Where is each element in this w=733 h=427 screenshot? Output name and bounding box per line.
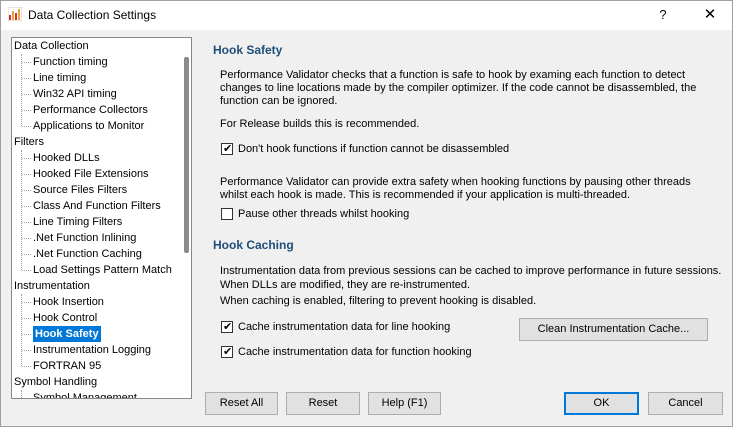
- tree-item-fortran-95[interactable]: FORTRAN 95: [33, 358, 101, 374]
- dialog-window: Data Collection Settings ? ✕ Data Collec…: [0, 0, 733, 427]
- tree-connector: [22, 366, 31, 367]
- tree-connector: [22, 158, 31, 159]
- tree-connector: [22, 174, 31, 175]
- tree-category-filters[interactable]: Filters: [14, 134, 44, 150]
- tree-connector: [22, 238, 31, 239]
- tree-item-function-timing[interactable]: Function timing: [33, 54, 108, 70]
- tree-items: Data Collection Function timing Line timin…: [12, 38, 180, 398]
- tree-item-source-files-filters[interactable]: Source Files Filters: [33, 182, 127, 198]
- release-builds-note: For Release builds this is recommended.: [220, 118, 420, 130]
- tree-item-net-function-caching[interactable]: .Net Function Caching: [33, 246, 142, 262]
- thread-safety-description-line1: Performance Validator can provide extra …: [220, 176, 691, 188]
- tree-connector: [22, 94, 31, 95]
- tree-connector: [22, 318, 31, 319]
- close-button[interactable]: ✕: [698, 4, 722, 26]
- hook-caching-description-line1: Instrumentation data from previous sessi…: [220, 265, 722, 277]
- checkbox-box[interactable]: ✔: [221, 143, 233, 155]
- window-title: Data Collection Settings: [28, 8, 157, 22]
- help-button[interactable]: Help (F1): [368, 392, 441, 415]
- thread-safety-description-line2: whilst each hook is made. This is recomm…: [220, 189, 631, 201]
- hook-caching-title: Hook Caching: [213, 238, 294, 252]
- cancel-button[interactable]: Cancel: [648, 392, 723, 415]
- checkbox-box[interactable]: ✔: [221, 346, 233, 358]
- clean-instrumentation-cache-button[interactable]: Clean Instrumentation Cache...: [519, 318, 708, 341]
- tree-item-load-settings-pattern-match[interactable]: Load Settings Pattern Match: [33, 262, 172, 278]
- tree-item-line-timing[interactable]: Line timing: [33, 70, 86, 86]
- check-mark-icon: ✔: [223, 143, 233, 155]
- tree-item-hook-safety[interactable]: Hook Safety: [33, 326, 101, 342]
- checkbox-label: Cache instrumentation data for function …: [238, 346, 472, 358]
- tree-category-data-collection[interactable]: Data Collection: [14, 38, 89, 54]
- tree-connector: [21, 390, 22, 398]
- checkbox-label: Pause other threads whilst hooking: [238, 208, 410, 220]
- checkbox-label: Cache instrumentation data for line hook…: [238, 321, 451, 333]
- tree-connector: [21, 54, 22, 126]
- tree-connector: [22, 254, 31, 255]
- settings-tree[interactable]: Data Collection Function timing Line timin…: [11, 37, 192, 399]
- tree-connector: [22, 190, 31, 191]
- hook-caching-description-line3: When caching is enabled, filtering to pr…: [220, 295, 537, 307]
- ok-button[interactable]: OK: [564, 392, 639, 415]
- hook-caching-description-line2: When DLLs are modified, they are re-inst…: [220, 279, 471, 291]
- tree-item-line-timing-filters[interactable]: Line Timing Filters: [33, 214, 122, 230]
- hook-safety-description-line2: changes to line locations made by the co…: [220, 82, 697, 94]
- tree-category-instrumentation[interactable]: Instrumentation: [14, 278, 90, 294]
- tree-connector: [22, 126, 31, 127]
- tree-item-hook-control[interactable]: Hook Control: [33, 310, 97, 326]
- title-bar[interactable]: Data Collection Settings ? ✕: [1, 1, 732, 30]
- tree-category-symbol-handling[interactable]: Symbol Handling: [14, 374, 97, 390]
- tree-connector: [22, 270, 31, 271]
- tree-item-hook-insertion[interactable]: Hook Insertion: [33, 294, 104, 310]
- tree-item-hooked-dlls[interactable]: Hooked DLLs: [33, 150, 100, 166]
- check-mark-icon: ✔: [223, 321, 233, 333]
- tree-scrollbar-thumb[interactable]: [184, 57, 189, 253]
- reset-button[interactable]: Reset: [286, 392, 360, 415]
- hook-safety-description-line1: Performance Validator checks that a func…: [220, 69, 686, 81]
- check-mark-icon: ✔: [223, 346, 233, 358]
- tree-item-performance-collectors[interactable]: Performance Collectors: [33, 102, 148, 118]
- tree-connector: [22, 302, 31, 303]
- help-title-button[interactable]: ?: [651, 4, 675, 26]
- tree-item-hooked-file-extensions[interactable]: Hooked File Extensions: [33, 166, 149, 182]
- reset-all-button[interactable]: Reset All: [205, 392, 278, 415]
- tree-item-net-function-inlining[interactable]: .Net Function Inlining: [33, 230, 136, 246]
- tree-connector: [22, 334, 31, 335]
- bar-chart-icon: [8, 7, 22, 21]
- tree-connector: [21, 294, 22, 366]
- tree-item-applications-to-monitor[interactable]: Applications to Monitor: [33, 118, 144, 134]
- tree-scrollbar[interactable]: [180, 38, 191, 398]
- checkbox-box[interactable]: ✔: [221, 321, 233, 333]
- tree-connector: [22, 62, 31, 63]
- tree-item-win32-api-timing[interactable]: Win32 API timing: [33, 86, 117, 102]
- tree-connector: [22, 78, 31, 79]
- tree-item-symbol-management[interactable]: Symbol Management: [33, 390, 137, 398]
- tree-connector: [22, 206, 31, 207]
- tree-connector: [22, 110, 31, 111]
- tree-item-instrumentation-logging[interactable]: Instrumentation Logging: [33, 342, 151, 358]
- tree-connector: [22, 222, 31, 223]
- tree-connector: [22, 350, 31, 351]
- tree-item-class-and-function-filters[interactable]: Class And Function Filters: [33, 198, 161, 214]
- tree-connector: [21, 150, 22, 270]
- hook-safety-description-line3: function can be ignored.: [220, 95, 338, 107]
- checkbox-label: Don't hook functions if function cannot …: [238, 143, 510, 155]
- checkbox-box[interactable]: [221, 208, 233, 220]
- hook-safety-title: Hook Safety: [213, 43, 283, 57]
